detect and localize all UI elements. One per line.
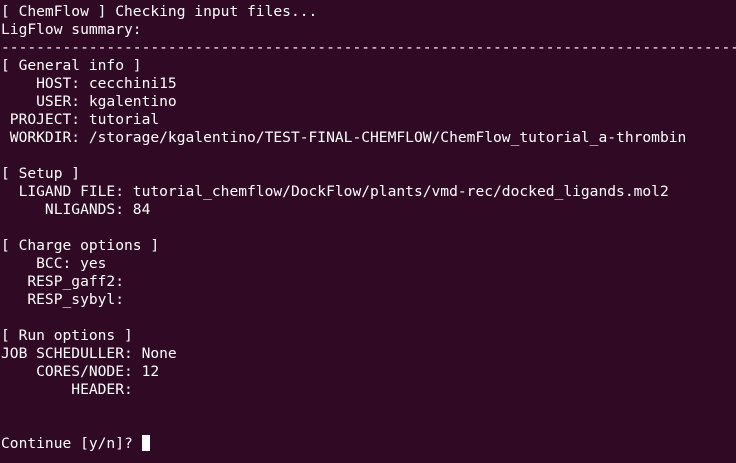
section-run-options: [ Run options ] — [1, 327, 133, 344]
section-charge-options: [ Charge options ] — [1, 237, 160, 254]
prompt-row[interactable]: Continue [y/n]? — [1, 435, 736, 453]
summary-title: LigFlow summary: — [1, 21, 142, 38]
bcc-line: BCC: yes — [1, 255, 107, 272]
project-line: PROJECT: tutorial — [1, 111, 160, 128]
separator-line: ----------------------------------------… — [1, 39, 736, 56]
job-scheduler-line: JOB SCHEDULLER: None — [1, 345, 177, 362]
terminal-window[interactable]: [ ChemFlow ] Checking input files... Lig… — [0, 0, 736, 463]
nligands-line: NLIGANDS: 84 — [1, 201, 151, 218]
section-general-info: [ General info ] — [1, 57, 142, 74]
user-line: USER: kgalentino — [1, 93, 177, 110]
continue-prompt: Continue [y/n]? — [1, 435, 142, 452]
workdir-line: WORKDIR: /storage/kgalentino/TEST-FINAL-… — [1, 129, 687, 146]
resp-sybyl-line: RESP_sybyl: — [1, 291, 125, 308]
text-cursor[interactable] — [141, 435, 150, 451]
resp-gaff2-line: RESP_gaff2: — [1, 273, 125, 290]
header-line: HEADER: — [1, 381, 133, 398]
ligand-file-line: LIGAND FILE: tutorial_chemflow/DockFlow/… — [1, 183, 669, 200]
cores-node-line: CORES/NODE: 12 — [1, 363, 160, 380]
status-line: [ ChemFlow ] Checking input files... — [1, 3, 318, 20]
section-setup: [ Setup ] — [1, 165, 81, 182]
host-line: HOST: cecchini15 — [1, 75, 177, 92]
